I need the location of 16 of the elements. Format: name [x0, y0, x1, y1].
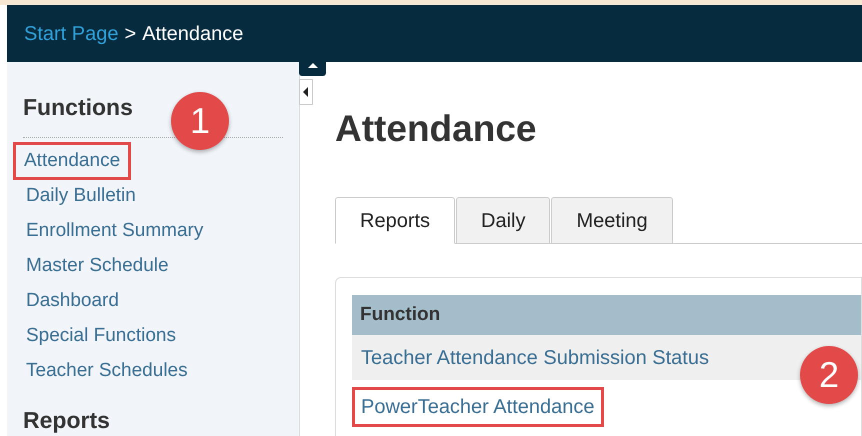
column-header: Function [352, 295, 861, 335]
sidebar-link[interactable]: Attendance [13, 142, 132, 180]
breadcrumb-separator: > [124, 22, 136, 46]
table-link[interactable]: PowerTeacher Attendance [352, 386, 604, 426]
collapse-up-icon[interactable] [299, 62, 326, 76]
tab[interactable]: Daily [456, 197, 550, 244]
number-badge: 1 [171, 92, 229, 150]
section-heading: Functions [23, 94, 133, 120]
breadcrumb-link[interactable]: Start Page [24, 18, 119, 48]
number-badge: 2 [800, 346, 858, 404]
tab[interactable]: Reports [335, 197, 456, 244]
tab[interactable]: Meeting [551, 197, 673, 244]
page-title: Attendance [335, 110, 538, 147]
section-heading: Reports [23, 406, 110, 432]
collapse-left-icon[interactable] [299, 79, 313, 105]
breadcrumb-current: Attendance [142, 22, 244, 46]
